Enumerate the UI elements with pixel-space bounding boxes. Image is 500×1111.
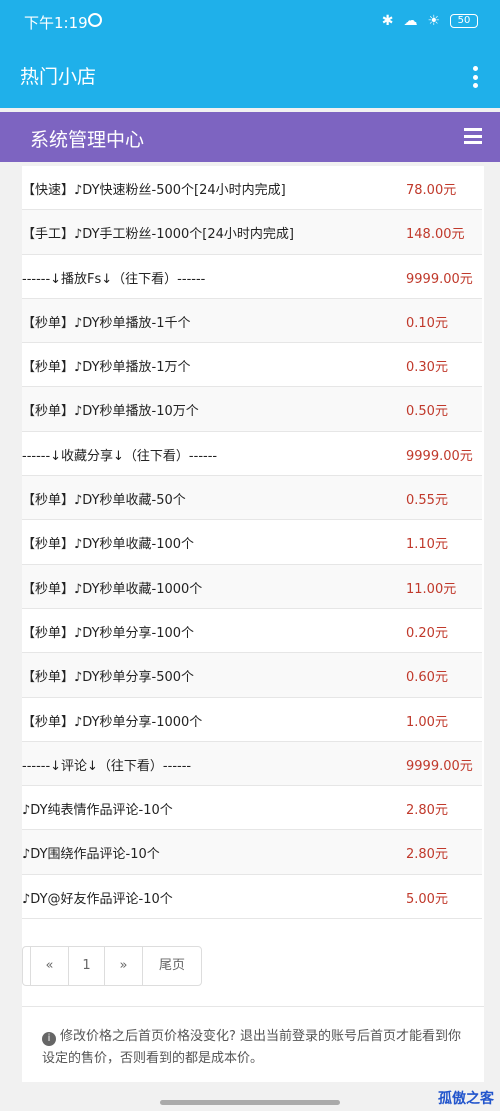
sun-icon: ☀ bbox=[427, 13, 440, 29]
product-row[interactable]: 【快速】♪DY快速粉丝-500个[24小时内完成] 78.00元 bbox=[22, 166, 482, 211]
product-name: 【秒单】♪DY秒单播放-10万个 bbox=[22, 404, 199, 420]
product-name: ------↓评论↓（往下看）------ bbox=[22, 758, 192, 774]
app-bar: 热门小店 bbox=[0, 44, 500, 108]
alarm-icon bbox=[88, 13, 102, 27]
pagination-edge bbox=[23, 947, 31, 985]
product-price: 11.00元 bbox=[406, 581, 457, 597]
product-row[interactable]: 【秒单】♪DY秒单播放-1千个 0.10元 bbox=[22, 298, 482, 344]
bluetooth-icon: ✱ bbox=[381, 13, 394, 29]
pagination: « 1 » 尾页 bbox=[22, 946, 202, 986]
product-row[interactable]: ♪DY围绕作品评论-10个 2.80元 bbox=[22, 830, 482, 875]
product-price: 148.00元 bbox=[406, 227, 465, 243]
product-price: 0.50元 bbox=[406, 404, 448, 420]
product-row[interactable]: 【秒单】♪DY秒单收藏-50个 0.55元 bbox=[22, 476, 482, 521]
status-time: 下午1:19 bbox=[24, 14, 88, 32]
product-row[interactable]: 【秒单】♪DY秒单分享-500个 0.60元 bbox=[22, 653, 482, 698]
info-note: i 修改价格之后首页价格没变化? 退出当前登录的账号后首页才能看到你设定的售价，否… bbox=[42, 1026, 472, 1070]
product-price: 78.00元 bbox=[406, 183, 457, 198]
product-row[interactable]: 【秒单】♪DY秒单收藏-100个 1.10元 bbox=[22, 520, 482, 565]
battery-indicator: 50 bbox=[450, 14, 478, 28]
product-row[interactable]: 【手工】♪DY手工粉丝-1000个[24小时内完成] 148.00元 bbox=[22, 210, 482, 255]
product-row[interactable]: 【秒单】♪DY秒单播放-1万个 0.30元 bbox=[22, 343, 482, 388]
product-name: 【秒单】♪DY秒单收藏-100个 bbox=[22, 537, 195, 553]
product-row[interactable]: 【秒单】♪DY秒单播放-10万个 0.50元 bbox=[22, 387, 482, 432]
product-price: 9999.00元 bbox=[406, 271, 473, 287]
admin-header: 系统管理中心 bbox=[0, 112, 500, 162]
product-name: 【秒单】♪DY秒单分享-1000个 bbox=[22, 714, 203, 730]
product-name: 【秒单】♪DY秒单播放-1千个 bbox=[22, 315, 191, 331]
product-row[interactable]: ------↓播放Fs↓（往下看）------ 9999.00元 bbox=[22, 255, 482, 299]
product-name: 【秒单】♪DY秒单播放-1万个 bbox=[22, 360, 191, 376]
product-price: 0.30元 bbox=[406, 360, 448, 376]
status-icons: ✱ ☁ ☀ 50 bbox=[382, 13, 478, 29]
product-panel: 【快速】♪DY快速粉丝-500个[24小时内完成] 78.00元【手工】♪DY手工… bbox=[22, 166, 484, 1082]
product-row[interactable]: ♪DY@好友作品评论-10个 5.00元 bbox=[22, 875, 482, 920]
prev-page-button[interactable]: « bbox=[31, 947, 69, 985]
status-bar: 下午1:19 ✱ ☁ ☀ 50 bbox=[0, 0, 500, 44]
product-name: 【快速】♪DY快速粉丝-500个[24小时内完成] bbox=[22, 183, 286, 198]
product-price: 0.60元 bbox=[406, 670, 448, 686]
product-name: ♪DY围绕作品评论-10个 bbox=[22, 847, 160, 863]
product-price: 9999.00元 bbox=[406, 448, 473, 464]
divider bbox=[22, 1006, 484, 1007]
product-price: 2.80元 bbox=[406, 847, 448, 863]
product-row[interactable]: ♪DY纯表情作品评论-10个 2.80元 bbox=[22, 786, 482, 831]
product-price: 0.20元 bbox=[406, 625, 448, 641]
product-price: 0.10元 bbox=[406, 315, 448, 331]
product-name: 【手工】♪DY手工粉丝-1000个[24小时内完成] bbox=[22, 227, 294, 243]
product-name: ♪DY@好友作品评论-10个 bbox=[22, 891, 173, 907]
menu-icon[interactable] bbox=[464, 128, 482, 144]
app-title: 热门小店 bbox=[20, 66, 97, 88]
product-name: 【秒单】♪DY秒单收藏-1000个 bbox=[22, 581, 203, 597]
product-row[interactable]: 【秒单】♪DY秒单分享-100个 0.20元 bbox=[22, 609, 482, 654]
product-table: 【快速】♪DY快速粉丝-500个[24小时内完成] 78.00元【手工】♪DY手工… bbox=[22, 166, 482, 920]
watermark: 孤傲之客 bbox=[438, 1091, 494, 1107]
next-page-button[interactable]: » bbox=[105, 947, 143, 985]
weather-icon: ☁ bbox=[403, 13, 418, 29]
product-name: 【秒单】♪DY秒单分享-500个 bbox=[22, 670, 195, 686]
product-name: 【秒单】♪DY秒单分享-100个 bbox=[22, 625, 195, 641]
product-name: ------↓播放Fs↓（往下看）------ bbox=[22, 271, 206, 287]
info-note-text: 修改价格之后首页价格没变化? 退出当前登录的账号后首页才能看到你设定的售价，否则… bbox=[42, 1029, 462, 1066]
page-1-button[interactable]: 1 bbox=[69, 947, 105, 985]
header-title: 系统管理中心 bbox=[30, 129, 145, 151]
product-price: 9999.00元 bbox=[406, 758, 473, 774]
gesture-bar[interactable] bbox=[160, 1100, 340, 1105]
product-price: 2.80元 bbox=[406, 803, 448, 819]
product-name: ♪DY纯表情作品评论-10个 bbox=[22, 803, 173, 819]
info-icon: i bbox=[42, 1032, 56, 1046]
product-row[interactable]: 【秒单】♪DY秒单收藏-1000个 11.00元 bbox=[22, 564, 482, 609]
product-price: 0.55元 bbox=[406, 493, 448, 509]
product-price: 5.00元 bbox=[406, 891, 448, 907]
last-page-button[interactable]: 尾页 bbox=[143, 947, 201, 985]
product-name: ------↓收藏分享↓（往下看）------ bbox=[22, 448, 218, 464]
product-row[interactable]: ------↓收藏分享↓（往下看）------ 9999.00元 bbox=[22, 432, 482, 477]
product-price: 1.10元 bbox=[406, 537, 448, 553]
product-name: 【秒单】♪DY秒单收藏-50个 bbox=[22, 493, 186, 509]
product-price: 1.00元 bbox=[406, 714, 448, 730]
product-row[interactable]: 【秒单】♪DY秒单分享-1000个 1.00元 bbox=[22, 698, 482, 742]
more-menu-icon[interactable] bbox=[472, 66, 478, 88]
product-row[interactable]: ------↓评论↓（往下看）------ 9999.00元 bbox=[22, 741, 482, 787]
